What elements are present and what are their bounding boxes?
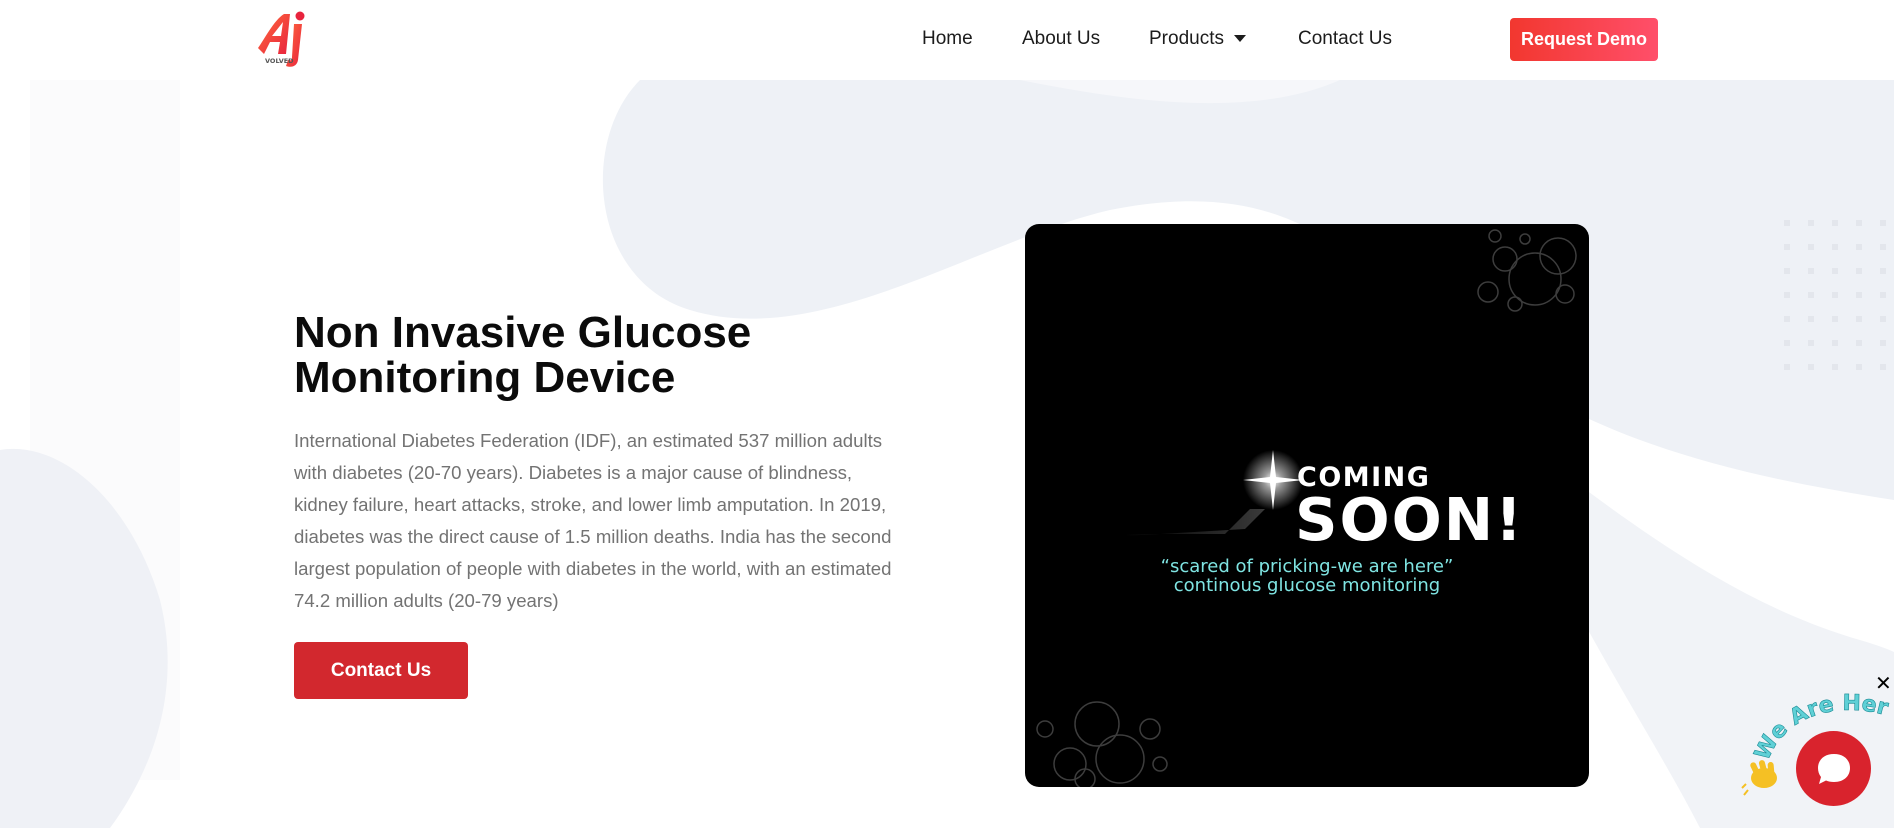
hero-title: Non Invasive Glucose Monitoring Device <box>294 308 752 402</box>
waving-hand-icon <box>1741 760 1777 796</box>
request-demo-button[interactable]: Request Demo <box>1510 18 1658 61</box>
chat-button[interactable] <box>1796 731 1871 806</box>
brand-logo[interactable]: VOLVED <box>256 10 322 70</box>
background-shapes <box>0 80 1894 828</box>
close-icon[interactable]: ✕ <box>1875 674 1892 694</box>
nav-home[interactable]: Home <box>922 28 973 50</box>
nav-products[interactable]: Products <box>1149 28 1246 50</box>
promo-tagline: “scared of pricking-we are here” contino… <box>1025 557 1589 595</box>
tagline-line-2: continous glucose monitoring <box>1173 575 1441 596</box>
svg-text:VOLVED: VOLVED <box>265 57 294 65</box>
tagline-line-1: “scared of pricking-we are here” <box>1160 556 1454 577</box>
coming-soon-image: COMING SOON! “scared of pricking-we are … <box>1025 224 1589 787</box>
chat-bubble-icon <box>1817 753 1850 784</box>
contact-us-button[interactable]: Contact Us <box>294 642 468 699</box>
nav-about-us[interactable]: About Us <box>1022 28 1100 50</box>
nav-products-label: Products <box>1149 28 1224 49</box>
chevron-down-icon <box>1233 35 1246 43</box>
soon-text: SOON! <box>1295 485 1525 554</box>
nav-contact-us[interactable]: Contact Us <box>1298 28 1392 50</box>
hero-description: International Diabetes Federation (IDF),… <box>294 430 892 611</box>
site-header: VOLVED Home About Us Products Contact Us… <box>0 0 1894 80</box>
